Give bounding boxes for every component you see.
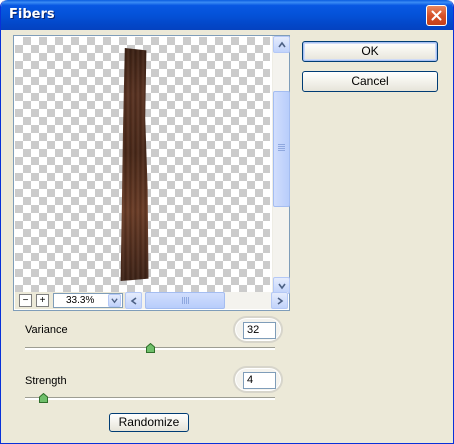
chevron-right-icon xyxy=(277,296,283,305)
strength-value-highlight: 4 xyxy=(233,366,283,393)
chevron-up-icon xyxy=(277,41,286,47)
grip-icon xyxy=(182,297,190,304)
preview-panel: − + 33.3% xyxy=(13,35,290,311)
zoom-dropdown-button[interactable] xyxy=(108,294,121,307)
zoom-out-button[interactable]: − xyxy=(19,294,32,307)
preview-zoom-bar: − + 33.3% xyxy=(15,292,288,309)
slider-thumb-icon[interactable] xyxy=(146,343,155,353)
scroll-right-button[interactable] xyxy=(271,292,288,309)
cancel-button[interactable]: Cancel xyxy=(302,71,438,92)
close-icon xyxy=(431,10,442,21)
zoom-in-button[interactable]: + xyxy=(36,294,49,307)
variance-value-highlight: 32 xyxy=(233,316,283,343)
vertical-scroll-thumb[interactable] xyxy=(273,91,290,207)
scroll-left-button[interactable] xyxy=(125,292,142,309)
chevron-left-icon xyxy=(130,296,136,305)
preview-canvas[interactable] xyxy=(15,37,270,293)
vertical-scrollbar[interactable] xyxy=(272,36,290,294)
horizontal-scrollbar[interactable] xyxy=(125,292,288,309)
chevron-down-icon xyxy=(277,283,286,289)
zoom-level-select[interactable]: 33.3% xyxy=(53,293,123,308)
grip-icon xyxy=(278,144,285,152)
dialog-body: − + 33.3% OK Cancel Variance 32 Strength… xyxy=(4,30,450,441)
ok-button[interactable]: OK xyxy=(302,41,438,62)
strength-input[interactable]: 4 xyxy=(243,372,276,389)
variance-label: Variance xyxy=(25,324,68,336)
title-bar[interactable]: Fibers xyxy=(1,0,453,30)
close-button[interactable] xyxy=(426,5,447,26)
variance-input[interactable]: 32 xyxy=(243,322,276,339)
strength-label: Strength xyxy=(25,375,67,387)
scroll-up-button[interactable] xyxy=(273,36,290,53)
zoom-level-value: 33.3% xyxy=(66,295,95,306)
randomize-button[interactable]: Randomize xyxy=(109,413,189,432)
chevron-down-icon xyxy=(111,298,118,304)
window-title: Fibers xyxy=(9,7,55,22)
horizontal-scroll-thumb[interactable] xyxy=(145,292,225,309)
slider-thumb-icon[interactable] xyxy=(38,393,48,403)
fibers-dialog: Fibers − + 33.3% OK Cancel Variance 32 S… xyxy=(0,0,454,444)
fiber-preview-image xyxy=(120,48,149,281)
strength-slider-track[interactable] xyxy=(25,397,275,400)
